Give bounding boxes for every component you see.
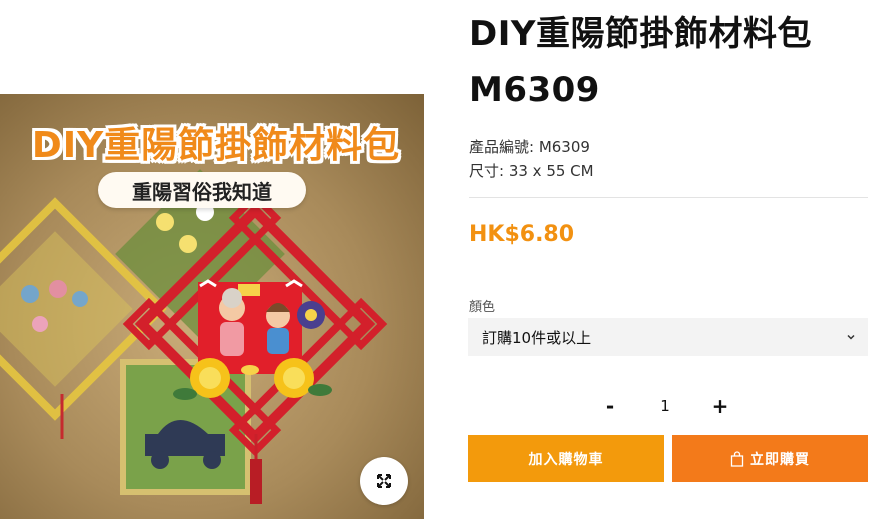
divider: [469, 197, 868, 198]
add-to-cart-label: 加入購物車: [528, 451, 604, 468]
buy-now-button[interactable]: 立即購買: [672, 435, 868, 482]
add-to-cart-button[interactable]: 加入購物車: [468, 435, 664, 482]
product-title: DIY重陽節掛飾材料包 M6309: [469, 14, 812, 110]
quantity-value[interactable]: 1: [645, 397, 685, 415]
expand-icon: [377, 474, 391, 488]
image-subtitle-pill: 重陽習俗我知道: [98, 172, 306, 208]
image-banner-text: DIY重陽節掛飾材料包: [31, 125, 401, 166]
quantity-stepper: - 1 +: [590, 390, 740, 422]
product-page: DIY重陽節掛飾材料包 重陽習俗我知道 DIY重陽節掛飾材料包 M6309 產品…: [0, 0, 871, 519]
chevron-down-icon: [847, 334, 855, 340]
product-image[interactable]: DIY重陽節掛飾材料包 重陽習俗我知道: [0, 94, 424, 519]
buy-now-label: 立即購買: [750, 451, 810, 468]
quantity-decrease-button[interactable]: -: [590, 390, 630, 422]
option-label: 顏色: [469, 300, 496, 315]
zoom-button[interactable]: [360, 457, 408, 505]
shopping-bag-icon: [730, 450, 744, 467]
product-meta: 產品編號: M6309 尺寸: 33 x 55 CM: [469, 135, 594, 183]
quantity-increase-button[interactable]: +: [700, 390, 740, 422]
option-select[interactable]: 訂購10件或以上: [468, 318, 868, 356]
option-selected-value: 訂購10件或以上: [482, 328, 592, 347]
product-size: 尺寸: 33 x 55 CM: [469, 162, 594, 180]
product-code: 產品編號: M6309: [469, 138, 590, 156]
product-price: HK$6.80: [469, 222, 575, 247]
